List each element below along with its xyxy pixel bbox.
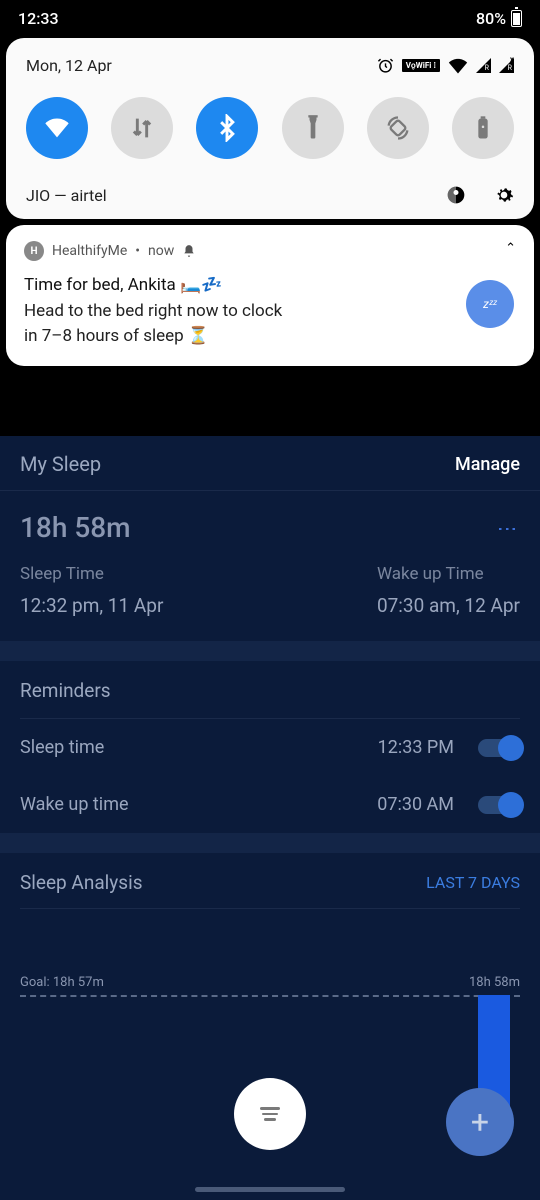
qs-data-tile[interactable] [111, 97, 173, 159]
notif-app-name: HealthifyMe [52, 243, 127, 259]
signal-2-icon: xR [499, 58, 514, 73]
qs-rotate-tile[interactable] [367, 97, 429, 159]
bar-label: 18h 58m [469, 975, 520, 990]
notification-card[interactable]: H HealthifyMe • now ⌃ Time for bed, Anki… [6, 225, 534, 366]
reminder-row[interactable]: Sleep time 12:33 PM [20, 719, 520, 776]
sleep-total-value: 18h 58m [20, 511, 131, 544]
notif-time: now [148, 243, 174, 259]
collapse-toggle[interactable]: ⌃ [505, 241, 516, 256]
kebab-menu[interactable]: ⋮ [496, 519, 520, 537]
status-battery: 80% [476, 9, 506, 28]
vowifi-badge: Vo̬WiFi ⁞ [402, 59, 440, 72]
signal-1-icon: R [476, 58, 491, 73]
sleep-time-label: Sleep Time [20, 564, 163, 584]
qs-battery-saver-tile[interactable] [452, 97, 514, 159]
nav-handle[interactable] [195, 1187, 345, 1192]
reminder-time[interactable]: 07:30 AM [377, 794, 454, 815]
battery-icon [511, 10, 522, 27]
qs-date[interactable]: Mon, 12 Apr [26, 56, 112, 75]
reminder-toggle[interactable] [478, 739, 520, 757]
reminder-time[interactable]: 12:33 PM [378, 737, 454, 758]
analysis-title: Sleep Analysis [20, 871, 143, 894]
wake-time-label: Wake up Time [377, 564, 520, 584]
qs-carrier-label[interactable]: JIO — airtel [26, 186, 107, 205]
data-icon [128, 114, 156, 142]
qs-bluetooth-tile[interactable] [196, 97, 258, 159]
reminder-toggle[interactable] [478, 796, 520, 814]
qs-status-icons: Vo̬WiFi ⁞ R xR [377, 57, 514, 74]
period-selector[interactable]: LAST 7 DAYS [426, 873, 520, 892]
reminders-title: Reminders [20, 679, 520, 719]
notif-body: Head to the bed right now to clock in 7–… [24, 299, 364, 348]
section-title: My Sleep [20, 452, 101, 476]
sleep-time-value: 12:32 pm, 11 Apr [20, 594, 163, 617]
qs-wifi-tile[interactable] [26, 97, 88, 159]
app-icon: H [24, 241, 44, 261]
notif-action-button[interactable]: zᶻᶻ [466, 280, 514, 328]
status-time: 12:33 [18, 9, 59, 28]
wifi-icon [448, 58, 468, 74]
bell-icon [182, 244, 196, 258]
wake-time-value: 07:30 am, 12 Apr [377, 594, 520, 617]
app-content: My Sleep Manage 18h 58m ⋮ Sleep Time 12:… [0, 436, 540, 1200]
battery-saver-icon [469, 114, 497, 142]
flashlight-icon [299, 114, 327, 142]
add-fab[interactable]: + [446, 1088, 514, 1156]
bluetooth-icon [213, 114, 241, 142]
manage-button[interactable]: Manage [455, 454, 520, 475]
rotate-icon [384, 114, 412, 142]
goal-label: Goal: 18h 57m [20, 975, 110, 990]
reminder-row[interactable]: Wake up time 07:30 AM [20, 776, 520, 833]
settings-icon[interactable] [494, 185, 514, 205]
quick-settings-panel[interactable]: Mon, 12 Apr Vo̬WiFi ⁞ R xR JIO — airte [6, 38, 534, 219]
menu-icon [260, 1107, 280, 1121]
qs-flashlight-tile[interactable] [282, 97, 344, 159]
goal-line [20, 995, 520, 997]
status-bar: 12:33 80% [0, 0, 540, 36]
alarm-icon [377, 57, 394, 74]
notif-title: Time for bed, Ankita 🛏️💤 [24, 275, 516, 295]
account-icon[interactable] [446, 185, 466, 205]
menu-fab[interactable] [234, 1078, 306, 1150]
wifi-icon [43, 114, 71, 142]
plus-icon: + [471, 1103, 489, 1141]
